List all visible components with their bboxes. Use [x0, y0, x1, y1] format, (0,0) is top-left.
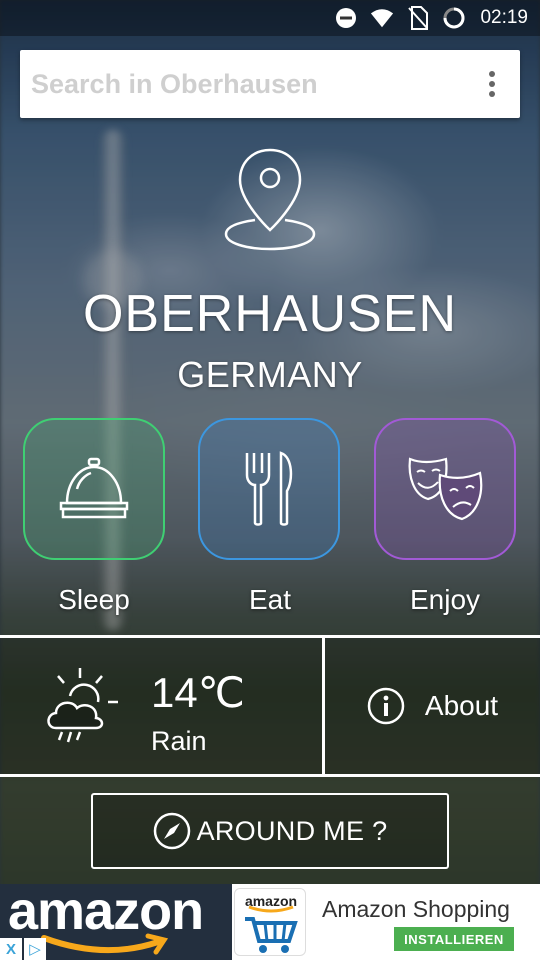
sun-cloud-rain-icon [42, 666, 122, 746]
service-bell-icon [59, 457, 129, 519]
status-bar: 02:19 [0, 0, 540, 36]
no-sim-icon [406, 6, 430, 30]
around-me-label: AROUND ME ? [196, 815, 388, 846]
weather-condition: Rain [151, 726, 207, 756]
shopping-cart-icon [245, 905, 298, 953]
search-input[interactable] [20, 50, 464, 118]
about-label: About [424, 690, 499, 721]
status-time: 02:19 [480, 7, 528, 28]
fork-knife-icon [245, 451, 293, 526]
sleep-label: Sleep [58, 584, 130, 615]
ad-title: Amazon Shopping [322, 896, 510, 922]
eat-label: Eat [248, 584, 292, 615]
enjoy-label: Enjoy [409, 584, 481, 615]
ad-choices-badge[interactable]: ▷ [24, 938, 46, 960]
more-vert-icon[interactable] [464, 50, 520, 118]
ad-close-badge[interactable]: X [0, 938, 22, 960]
info-icon [367, 687, 405, 725]
eat-button[interactable] [198, 418, 340, 560]
divider-bottom [0, 774, 540, 777]
around-me-button[interactable]: AROUND ME ? [91, 793, 449, 869]
wifi-icon [370, 6, 394, 30]
search-bar [20, 50, 520, 118]
theater-masks-icon [408, 457, 483, 521]
enjoy-button[interactable] [374, 418, 516, 560]
amazon-smile-icon [41, 933, 169, 955]
compass-icon [153, 812, 190, 850]
loading-icon [442, 6, 466, 30]
ad-choices[interactable]: X ▷ [0, 938, 46, 960]
amazon-app-icon: amazon [234, 888, 306, 956]
sleep-button[interactable] [23, 418, 165, 560]
country-title: GERMANY [177, 354, 363, 395]
city-title: OBERHAUSEN [82, 285, 458, 343]
ad-install-button[interactable]: INSTALLIEREN [394, 927, 514, 951]
about-button[interactable]: About [325, 638, 540, 774]
weather-temperature: 14℃ [151, 669, 245, 716]
location-pin-icon [222, 146, 318, 254]
do-not-disturb-icon [334, 6, 358, 30]
ad-banner[interactable]: amazon X ▷ amazon Amazon Shopping INSTAL… [0, 881, 540, 960]
